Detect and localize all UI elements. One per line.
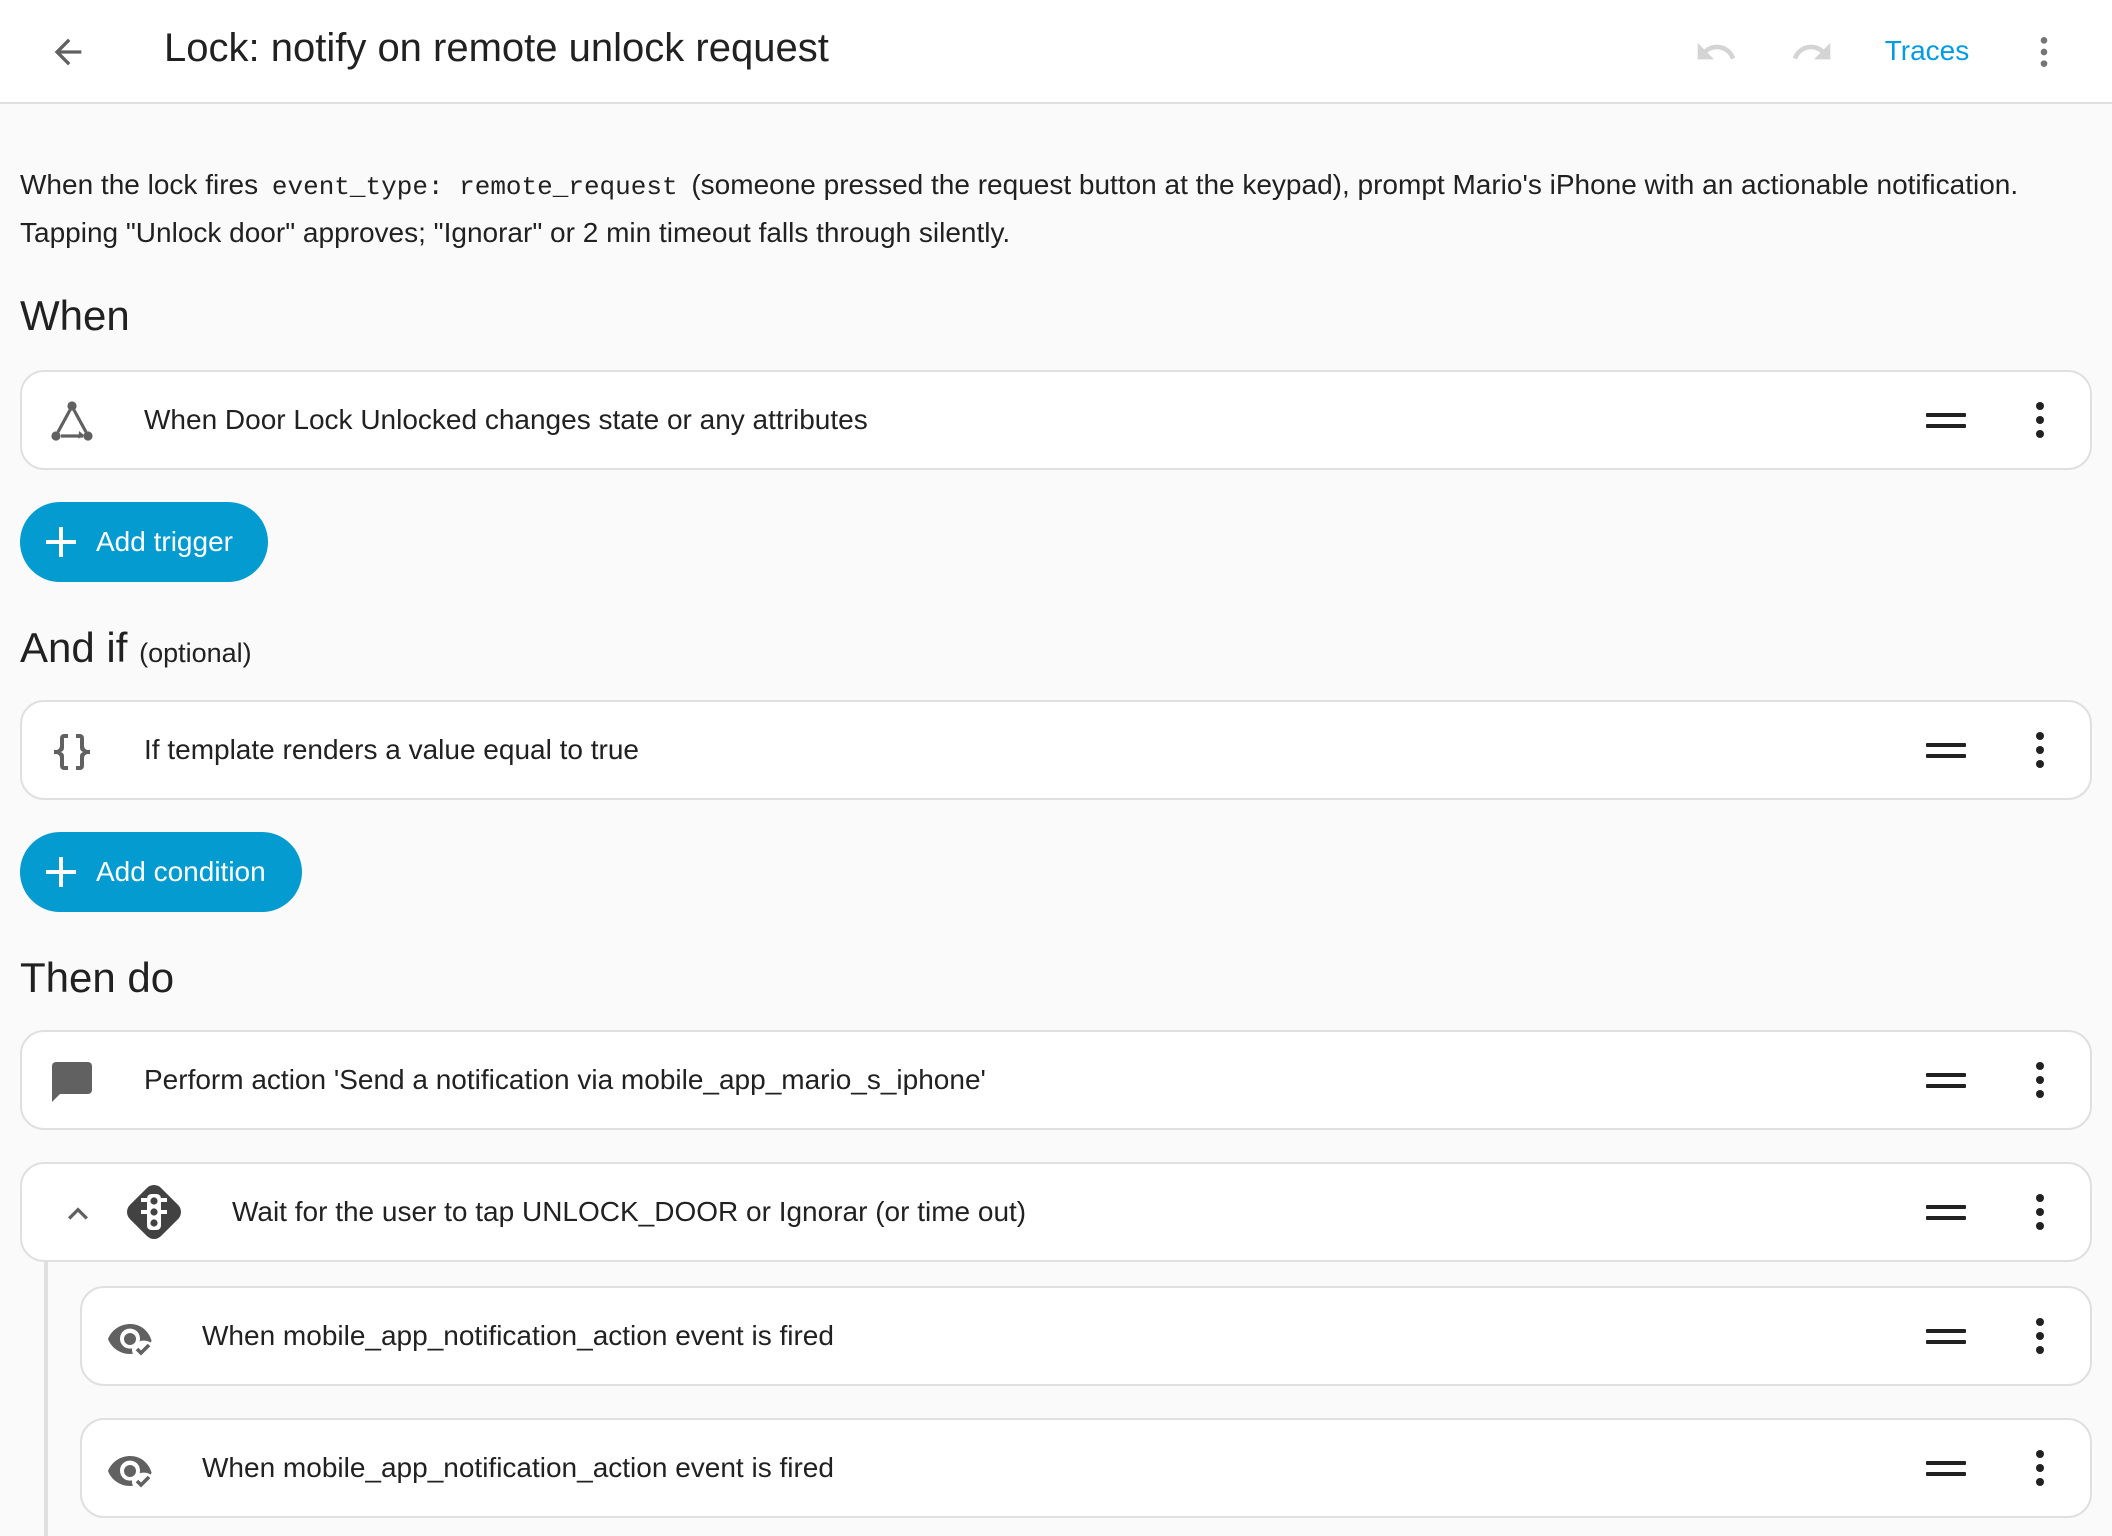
wait-action-row[interactable]: Wait for the user to tap UNLOCK_DOOR or … xyxy=(20,1162,2092,1262)
plus-icon xyxy=(46,527,76,557)
trigger-row[interactable]: When Door Lock Unlocked changes state or… xyxy=(20,370,2092,470)
wait-trigger-row[interactable]: When mobile_app_notification_action even… xyxy=(80,1418,2092,1518)
add-trigger-button[interactable]: Add trigger xyxy=(20,502,268,582)
wait-trigger-row[interactable]: When mobile_app_notification_action even… xyxy=(80,1286,2092,1386)
condition-row[interactable]: If template renders a value equal to tru… xyxy=(20,700,2092,800)
redo-icon xyxy=(1792,42,1831,60)
undo-button[interactable] xyxy=(1692,28,1740,76)
drag-handle[interactable] xyxy=(1926,406,1966,434)
state-change-icon xyxy=(48,398,96,446)
description-text: (someone pressed the request button at t… xyxy=(691,169,2019,200)
arrow-left-icon xyxy=(54,38,82,66)
dots-vertical-icon xyxy=(2040,37,2048,67)
row-menu-button[interactable] xyxy=(2020,1444,2060,1492)
redo-button[interactable] xyxy=(1788,28,1836,76)
action-label: Perform action 'Send a notification via … xyxy=(144,1064,986,1095)
drag-handle[interactable] xyxy=(1926,1322,1966,1350)
drag-handle[interactable] xyxy=(1926,1066,1966,1094)
row-menu-button[interactable] xyxy=(2020,396,2060,444)
eye-check-icon xyxy=(106,1446,154,1494)
undo-icon xyxy=(1697,42,1736,60)
add-trigger-label: Add trigger xyxy=(96,526,233,557)
section-title-when: When xyxy=(20,292,130,339)
and-if-title: And if xyxy=(20,624,128,671)
traffic-light-icon xyxy=(118,1176,190,1248)
eye-check-icon xyxy=(106,1314,154,1362)
trigger-label: When Door Lock Unlocked changes state or… xyxy=(144,404,868,435)
condition-label: If template renders a value equal to tru… xyxy=(144,734,639,765)
plus-icon xyxy=(46,857,76,887)
section-title-and-if: And if (optional) xyxy=(20,624,252,672)
action-row[interactable]: Perform action 'Send a notification via … xyxy=(20,1030,2092,1130)
automation-description: When the lock fires event_type: remote_r… xyxy=(20,162,2080,255)
nested-indent-line xyxy=(44,1262,48,1536)
section-title-then-do: Then do xyxy=(20,954,175,1001)
top-app-bar: Lock: notify on remote unlock request Tr… xyxy=(0,0,2112,104)
drag-handle[interactable] xyxy=(1926,736,1966,764)
description-text: Tapping "Unlock door" approves; "Ignorar… xyxy=(20,217,1011,248)
description-text: When the lock fires xyxy=(20,169,259,200)
row-menu-button[interactable] xyxy=(2020,1312,2060,1360)
overflow-menu-button[interactable] xyxy=(2020,24,2068,80)
add-condition-label: Add condition xyxy=(96,856,266,887)
message-icon xyxy=(48,1058,96,1106)
back-button[interactable] xyxy=(40,24,96,80)
optional-label: (optional) xyxy=(139,638,252,668)
code-braces-icon xyxy=(48,728,96,776)
row-menu-button[interactable] xyxy=(2020,1056,2060,1104)
description-code: event_type: remote_request xyxy=(271,172,678,202)
wait-trigger-label: When mobile_app_notification_action even… xyxy=(202,1452,834,1483)
row-menu-button[interactable] xyxy=(2020,726,2060,774)
wait-trigger-label: When mobile_app_notification_action even… xyxy=(202,1320,834,1351)
add-condition-button[interactable]: Add condition xyxy=(20,832,302,912)
wait-action-label: Wait for the user to tap UNLOCK_DOOR or … xyxy=(232,1196,1027,1227)
row-menu-button[interactable] xyxy=(2020,1188,2060,1236)
drag-handle[interactable] xyxy=(1926,1198,1966,1226)
chevron-up-icon[interactable] xyxy=(54,1190,102,1238)
page-title: Lock: notify on remote unlock request xyxy=(164,26,829,70)
drag-handle[interactable] xyxy=(1926,1454,1966,1482)
traces-button[interactable]: Traces xyxy=(1872,26,1982,76)
